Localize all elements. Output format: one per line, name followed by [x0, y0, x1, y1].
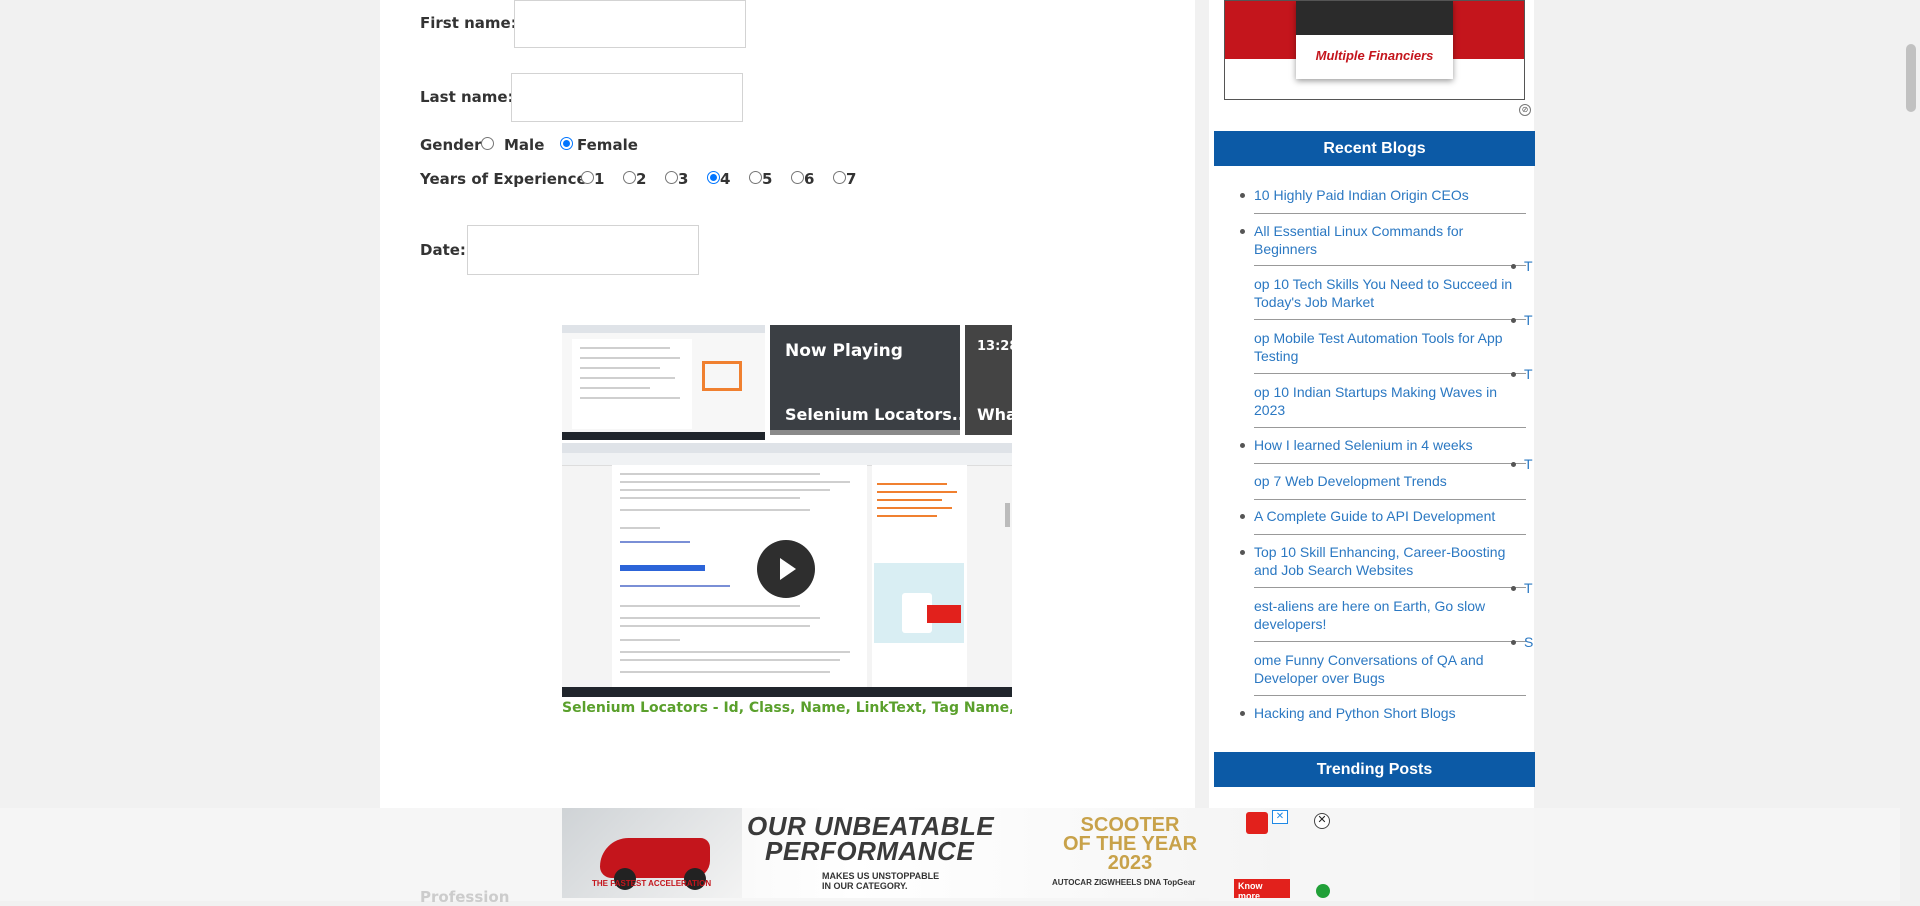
blog-link[interactable]: ome Funny Conversations of QA and Develo… — [1234, 651, 1529, 687]
gender-male-radio[interactable] — [481, 137, 494, 150]
play-icon[interactable] — [757, 540, 815, 598]
blog-link[interactable]: A Complete Guide to API Development — [1234, 507, 1529, 525]
experience-1-label: 1 — [594, 170, 605, 188]
experience-5-label: 5 — [762, 170, 773, 188]
video-now-playing[interactable]: Now Playing Selenium Locators... — [770, 325, 960, 435]
blog-overflow-char: T — [1524, 258, 1533, 274]
blog-link[interactable]: All Essential Linux Commands for Beginne… — [1234, 222, 1529, 258]
blog-overflow-char: T — [1524, 312, 1533, 328]
blog-link[interactable]: op Mobile Test Automation Tools for App … — [1234, 329, 1529, 365]
blog-link[interactable]: op 10 Indian Startups Making Waves in 20… — [1234, 383, 1529, 419]
blog-link[interactable]: op 10 Tech Skills You Need to Succeed in… — [1234, 275, 1529, 311]
list-item[interactable]: op Mobile Test Automation Tools for App … — [1234, 329, 1529, 365]
video-title[interactable]: Selenium Locators - Id, Class, Name, Lin… — [562, 700, 1012, 716]
trending-posts-heading: Trending Posts — [1214, 752, 1535, 787]
blog-link[interactable]: Top 10 Skill Enhancing, Career-Boosting … — [1234, 543, 1529, 579]
experience-4-radio[interactable] — [707, 171, 720, 184]
date-field[interactable] — [467, 225, 699, 275]
experience-5-radio[interactable] — [749, 171, 762, 184]
now-playing-title: Selenium Locators... — [785, 405, 960, 424]
scrollbar-thumb[interactable] — [1906, 44, 1916, 112]
ad-sub-2: IN OUR CATEGORY. — [822, 881, 908, 891]
gender-male-label: Male — [504, 136, 545, 154]
blog-overflow-char: T — [1524, 456, 1533, 472]
experience-label: Years of Experience — [420, 170, 587, 188]
bottom-banner-ad[interactable]: THE FASTEST ACCELERATION OUR UNBEATABLE … — [562, 808, 1290, 898]
video-thumbnail-next[interactable]: 13:28 Wha — [965, 325, 1012, 435]
first-name-label: First name: — [420, 14, 517, 32]
last-name-field[interactable] — [511, 73, 743, 122]
next-video-duration: 13:28 — [977, 339, 1012, 354]
list-item[interactable]: op 7 Web Development Trends — [1234, 472, 1529, 490]
sidebar-top-ad[interactable]: Multiple Financiers — [1224, 0, 1525, 100]
blog-overflow-char: T — [1524, 580, 1533, 596]
now-playing-label: Now Playing — [785, 341, 903, 361]
experience-3-label: 3 — [678, 170, 689, 188]
ad-know-more-button[interactable]: Know more — [1234, 879, 1290, 898]
ad-award-3: 2023 — [1107, 852, 1153, 874]
blog-overflow-char: S — [1524, 634, 1534, 650]
first-name-field[interactable] — [514, 0, 746, 48]
experience-2-label: 2 — [636, 170, 647, 188]
gender-female-label: Female — [577, 136, 638, 154]
ad-fastest-text: THE FASTEST ACCELERATION — [592, 879, 712, 888]
blog-link[interactable]: op 7 Web Development Trends — [1234, 472, 1529, 490]
list-item[interactable]: ome Funny Conversations of QA and Develo… — [1234, 651, 1529, 687]
next-video-title: Wha — [977, 405, 1012, 424]
experience-7-radio[interactable] — [833, 171, 846, 184]
list-item[interactable]: op 10 Tech Skills You Need to Succeed in… — [1234, 275, 1529, 311]
page-scrollbar[interactable] — [1903, 0, 1920, 901]
list-item[interactable]: Top 10 Skill Enhancing, Career-Boosting … — [1234, 543, 1529, 579]
blog-link[interactable]: est-aliens are here on Earth, Go slow de… — [1234, 597, 1529, 633]
experience-4-label: 4 — [720, 170, 731, 188]
recent-blogs-heading: Recent Blogs — [1214, 131, 1535, 166]
ad-close-x-icon[interactable]: ✕ — [1272, 810, 1288, 824]
ad-brands: AUTOCAR ZIGWHEELS DNA TopGear — [1052, 878, 1196, 887]
blog-overflow-char: T — [1524, 366, 1533, 382]
list-item[interactable]: All Essential Linux Commands for Beginne… — [1234, 222, 1529, 258]
profession-label: Profession — [420, 888, 510, 906]
experience-6-label: 6 — [804, 170, 815, 188]
gender-label: Gender — [420, 136, 482, 154]
close-ad-icon[interactable]: ✕ — [1314, 813, 1330, 829]
trending-check-icon — [1316, 884, 1330, 898]
blog-link[interactable]: How I learned Selenium in 4 weeks — [1234, 436, 1529, 454]
list-item[interactable]: A Complete Guide to API Development — [1234, 507, 1529, 525]
list-item[interactable]: Hacking and Python Short Blogs — [1234, 704, 1529, 722]
experience-2-radio[interactable] — [623, 171, 636, 184]
ad-sub-1: MAKES US UNSTOPPABLE — [822, 871, 940, 881]
blog-link[interactable]: Hacking and Python Short Blogs — [1234, 704, 1529, 722]
last-name-label: Last name: — [420, 88, 514, 106]
date-label: Date: — [420, 241, 466, 259]
list-item[interactable]: How I learned Selenium in 4 weeks — [1234, 436, 1529, 454]
video-thumbnail-1[interactable] — [562, 325, 765, 440]
list-item[interactable]: op 10 Indian Startups Making Waves in 20… — [1234, 383, 1529, 419]
experience-3-radio[interactable] — [665, 171, 678, 184]
list-item[interactable]: est-aliens are here on Earth, Go slow de… — [1234, 597, 1529, 633]
experience-7-label: 7 — [846, 170, 857, 188]
blog-link[interactable]: 10 Highly Paid Indian Origin CEOs — [1234, 186, 1529, 204]
list-item[interactable]: 10 Highly Paid Indian Origin CEOs — [1234, 186, 1529, 204]
ad-headline-2: PERFORMANCE — [765, 836, 975, 866]
experience-1-radio[interactable] — [581, 171, 594, 184]
top-ad-text: Multiple Financiers — [1315, 48, 1434, 63]
experience-6-radio[interactable] — [791, 171, 804, 184]
gender-female-radio[interactable] — [560, 137, 573, 150]
ad-choices-icon[interactable]: ⊘ — [1519, 104, 1531, 116]
